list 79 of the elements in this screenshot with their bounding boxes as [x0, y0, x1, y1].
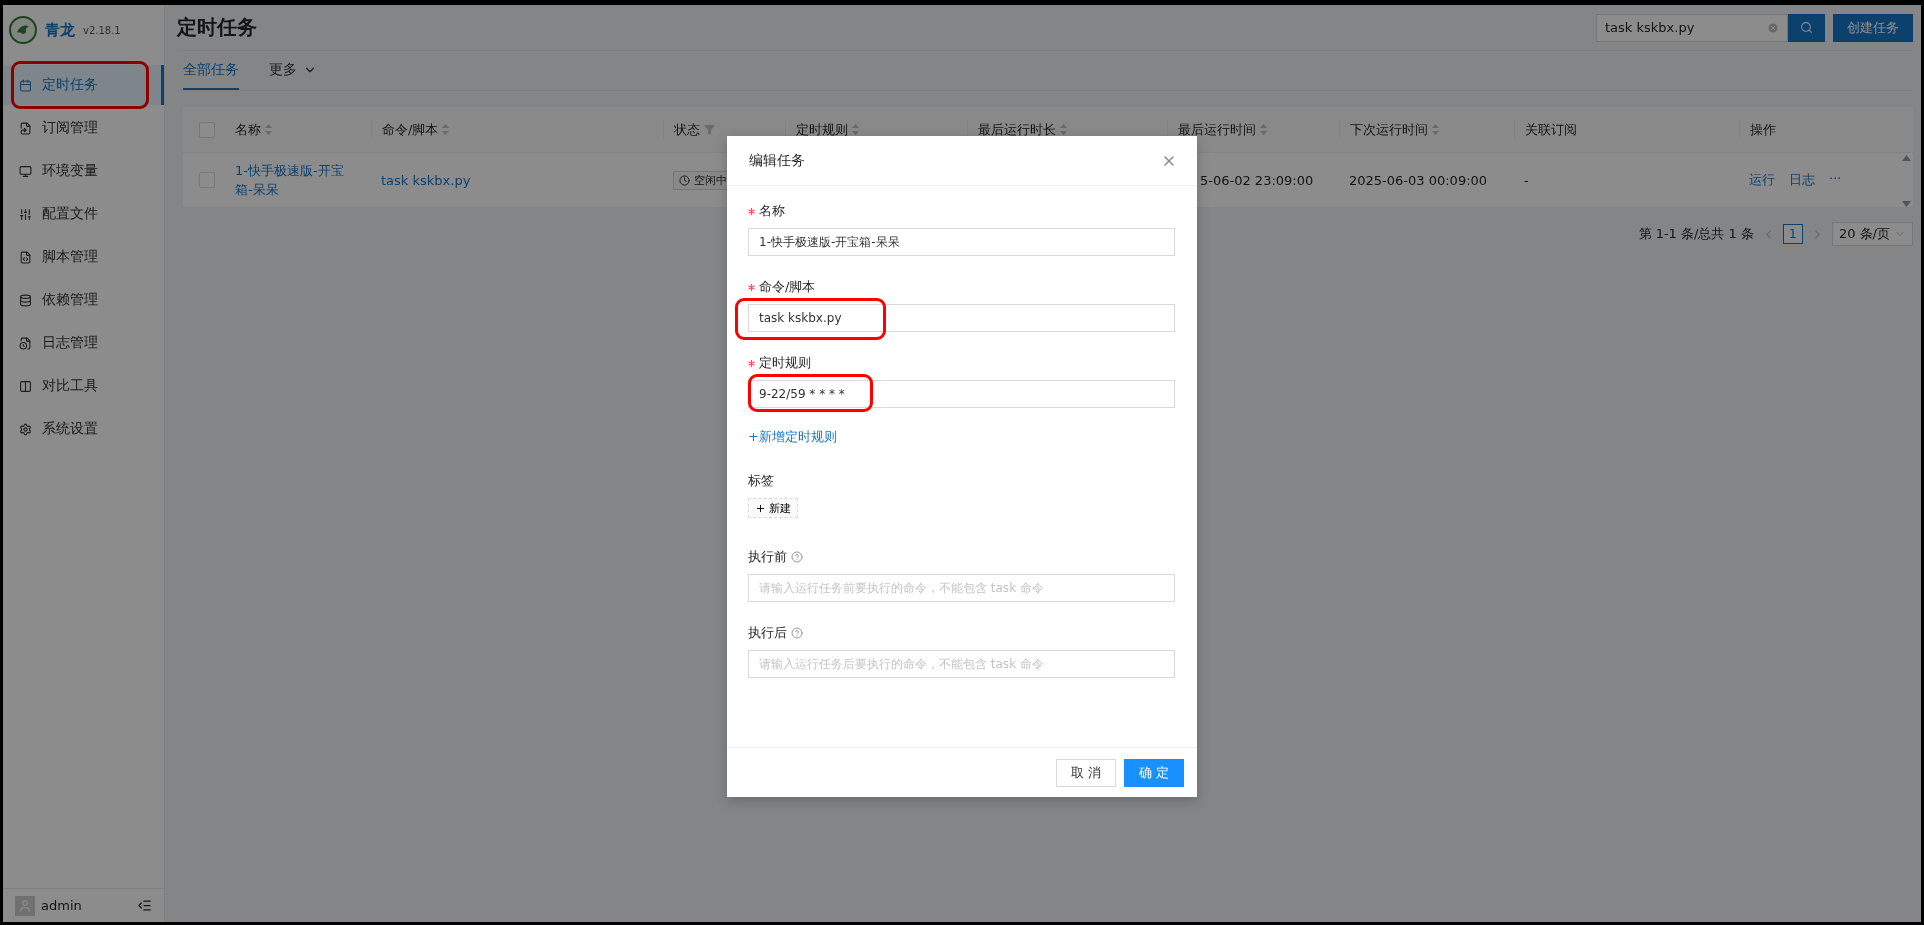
collapse-icon[interactable]: [137, 898, 152, 913]
search-button[interactable]: [1788, 13, 1825, 42]
version-label: v2.18.1: [83, 24, 121, 36]
nav-item[interactable]: 系统设置: [3, 409, 164, 449]
page-size-label: 20 条/页: [1838, 225, 1890, 243]
text-input[interactable]: 9-22/59 * * * *: [748, 380, 1175, 408]
sort-icon[interactable]: [265, 124, 272, 135]
action-link[interactable]: ···: [1829, 171, 1842, 189]
field-label: 执行前: [748, 548, 787, 566]
scroll-up-icon[interactable]: [1902, 155, 1911, 161]
field-label: 执行后: [748, 624, 787, 642]
task-name-link[interactable]: 1-快手极速版-开宝箱-呆呆: [225, 161, 353, 199]
action-link[interactable]: 日志: [1789, 171, 1815, 189]
document-icon: [19, 121, 32, 135]
nav-item[interactable]: 订阅管理: [3, 108, 164, 148]
command-link[interactable]: task kskbx.py: [381, 172, 471, 188]
pagination-summary: 第 1-1 条/总共 1 条: [1638, 225, 1754, 243]
help-icon[interactable]: [791, 627, 803, 639]
help-icon[interactable]: [791, 551, 803, 563]
brand-name: 青龙: [45, 20, 75, 40]
file-code-icon: [19, 250, 32, 264]
field-label: 定时规则: [759, 354, 811, 372]
confirm-button[interactable]: 确 定: [1123, 758, 1184, 787]
table-cell-text: -: [1523, 172, 1530, 188]
monitor-icon: [19, 164, 32, 178]
column-header: 最后运行时间: [1178, 120, 1256, 139]
cancel-button[interactable]: 取 消: [1055, 758, 1116, 787]
database-icon: [19, 293, 32, 307]
nav-item[interactable]: 对比工具: [3, 366, 164, 406]
column-header: 状态: [674, 120, 700, 139]
page-title: 定时任务: [177, 14, 257, 41]
column-header: 名称: [235, 120, 261, 139]
nav-item[interactable]: 配置文件: [3, 194, 164, 234]
column-header: 命令/脚本: [382, 120, 439, 139]
calendar-icon: [19, 78, 32, 92]
search-field[interactable]: task kskbx.py: [1596, 13, 1788, 42]
nav-item[interactable]: 环境变量: [3, 151, 164, 191]
search-icon: [1800, 21, 1813, 34]
field-label: 名称: [759, 202, 785, 220]
tab[interactable]: 更多: [269, 51, 317, 90]
dialog-title: 编辑任务: [749, 151, 805, 170]
plus-icon: [755, 502, 766, 514]
sort-icon[interactable]: [1060, 124, 1067, 135]
user-name[interactable]: admin: [41, 898, 131, 913]
column-header: 操作: [1750, 120, 1776, 139]
settings-icon: [19, 422, 32, 436]
clock-icon: [679, 174, 690, 186]
sort-icon[interactable]: [442, 124, 450, 135]
text-input[interactable]: 1-快手极速版-开宝箱-呆呆: [748, 228, 1175, 256]
nav-item[interactable]: 日志管理: [3, 323, 164, 363]
column-header: 定时规则: [796, 120, 848, 139]
table-cell-text: 5-06-02 23:09:00: [1199, 172, 1315, 188]
file-clock-icon: [19, 336, 32, 350]
sort-icon[interactable]: [1432, 124, 1439, 135]
logo-icon: [9, 16, 37, 44]
nav-item[interactable]: 依赖管理: [3, 280, 164, 320]
field-label: 标签: [748, 472, 775, 490]
scroll-down-icon[interactable]: [1902, 201, 1911, 207]
table-cell-text: 2025-06-03 00:09:00: [1348, 172, 1489, 188]
column-header: 下次运行时间: [1350, 120, 1428, 139]
columns-icon: [19, 379, 32, 393]
sliders-icon: [19, 207, 32, 221]
tab[interactable]: 全部任务: [183, 51, 239, 90]
sort-icon[interactable]: [1260, 124, 1267, 135]
page-size-select[interactable]: 20 条/页: [1831, 222, 1913, 246]
clear-icon[interactable]: [1767, 21, 1779, 34]
field-label: 命令/脚本: [759, 278, 816, 296]
nav-item[interactable]: 脚本管理: [3, 237, 164, 277]
action-link[interactable]: 运行: [1749, 171, 1775, 189]
new-tag-button[interactable]: 新建: [748, 498, 798, 518]
page-link[interactable]: 1: [1782, 224, 1803, 244]
sort-icon[interactable]: [852, 124, 859, 135]
column-header: 最后运行时长: [978, 120, 1056, 139]
avatar-icon: [15, 895, 35, 916]
column-header: 关联订阅: [1525, 120, 1577, 139]
add-rule-link[interactable]: +新增定时规则: [748, 428, 1175, 446]
filter-icon[interactable]: [704, 124, 715, 135]
create-task-button[interactable]: 创建任务: [1833, 13, 1913, 42]
text-input[interactable]: task kskbx.py: [748, 304, 1175, 332]
